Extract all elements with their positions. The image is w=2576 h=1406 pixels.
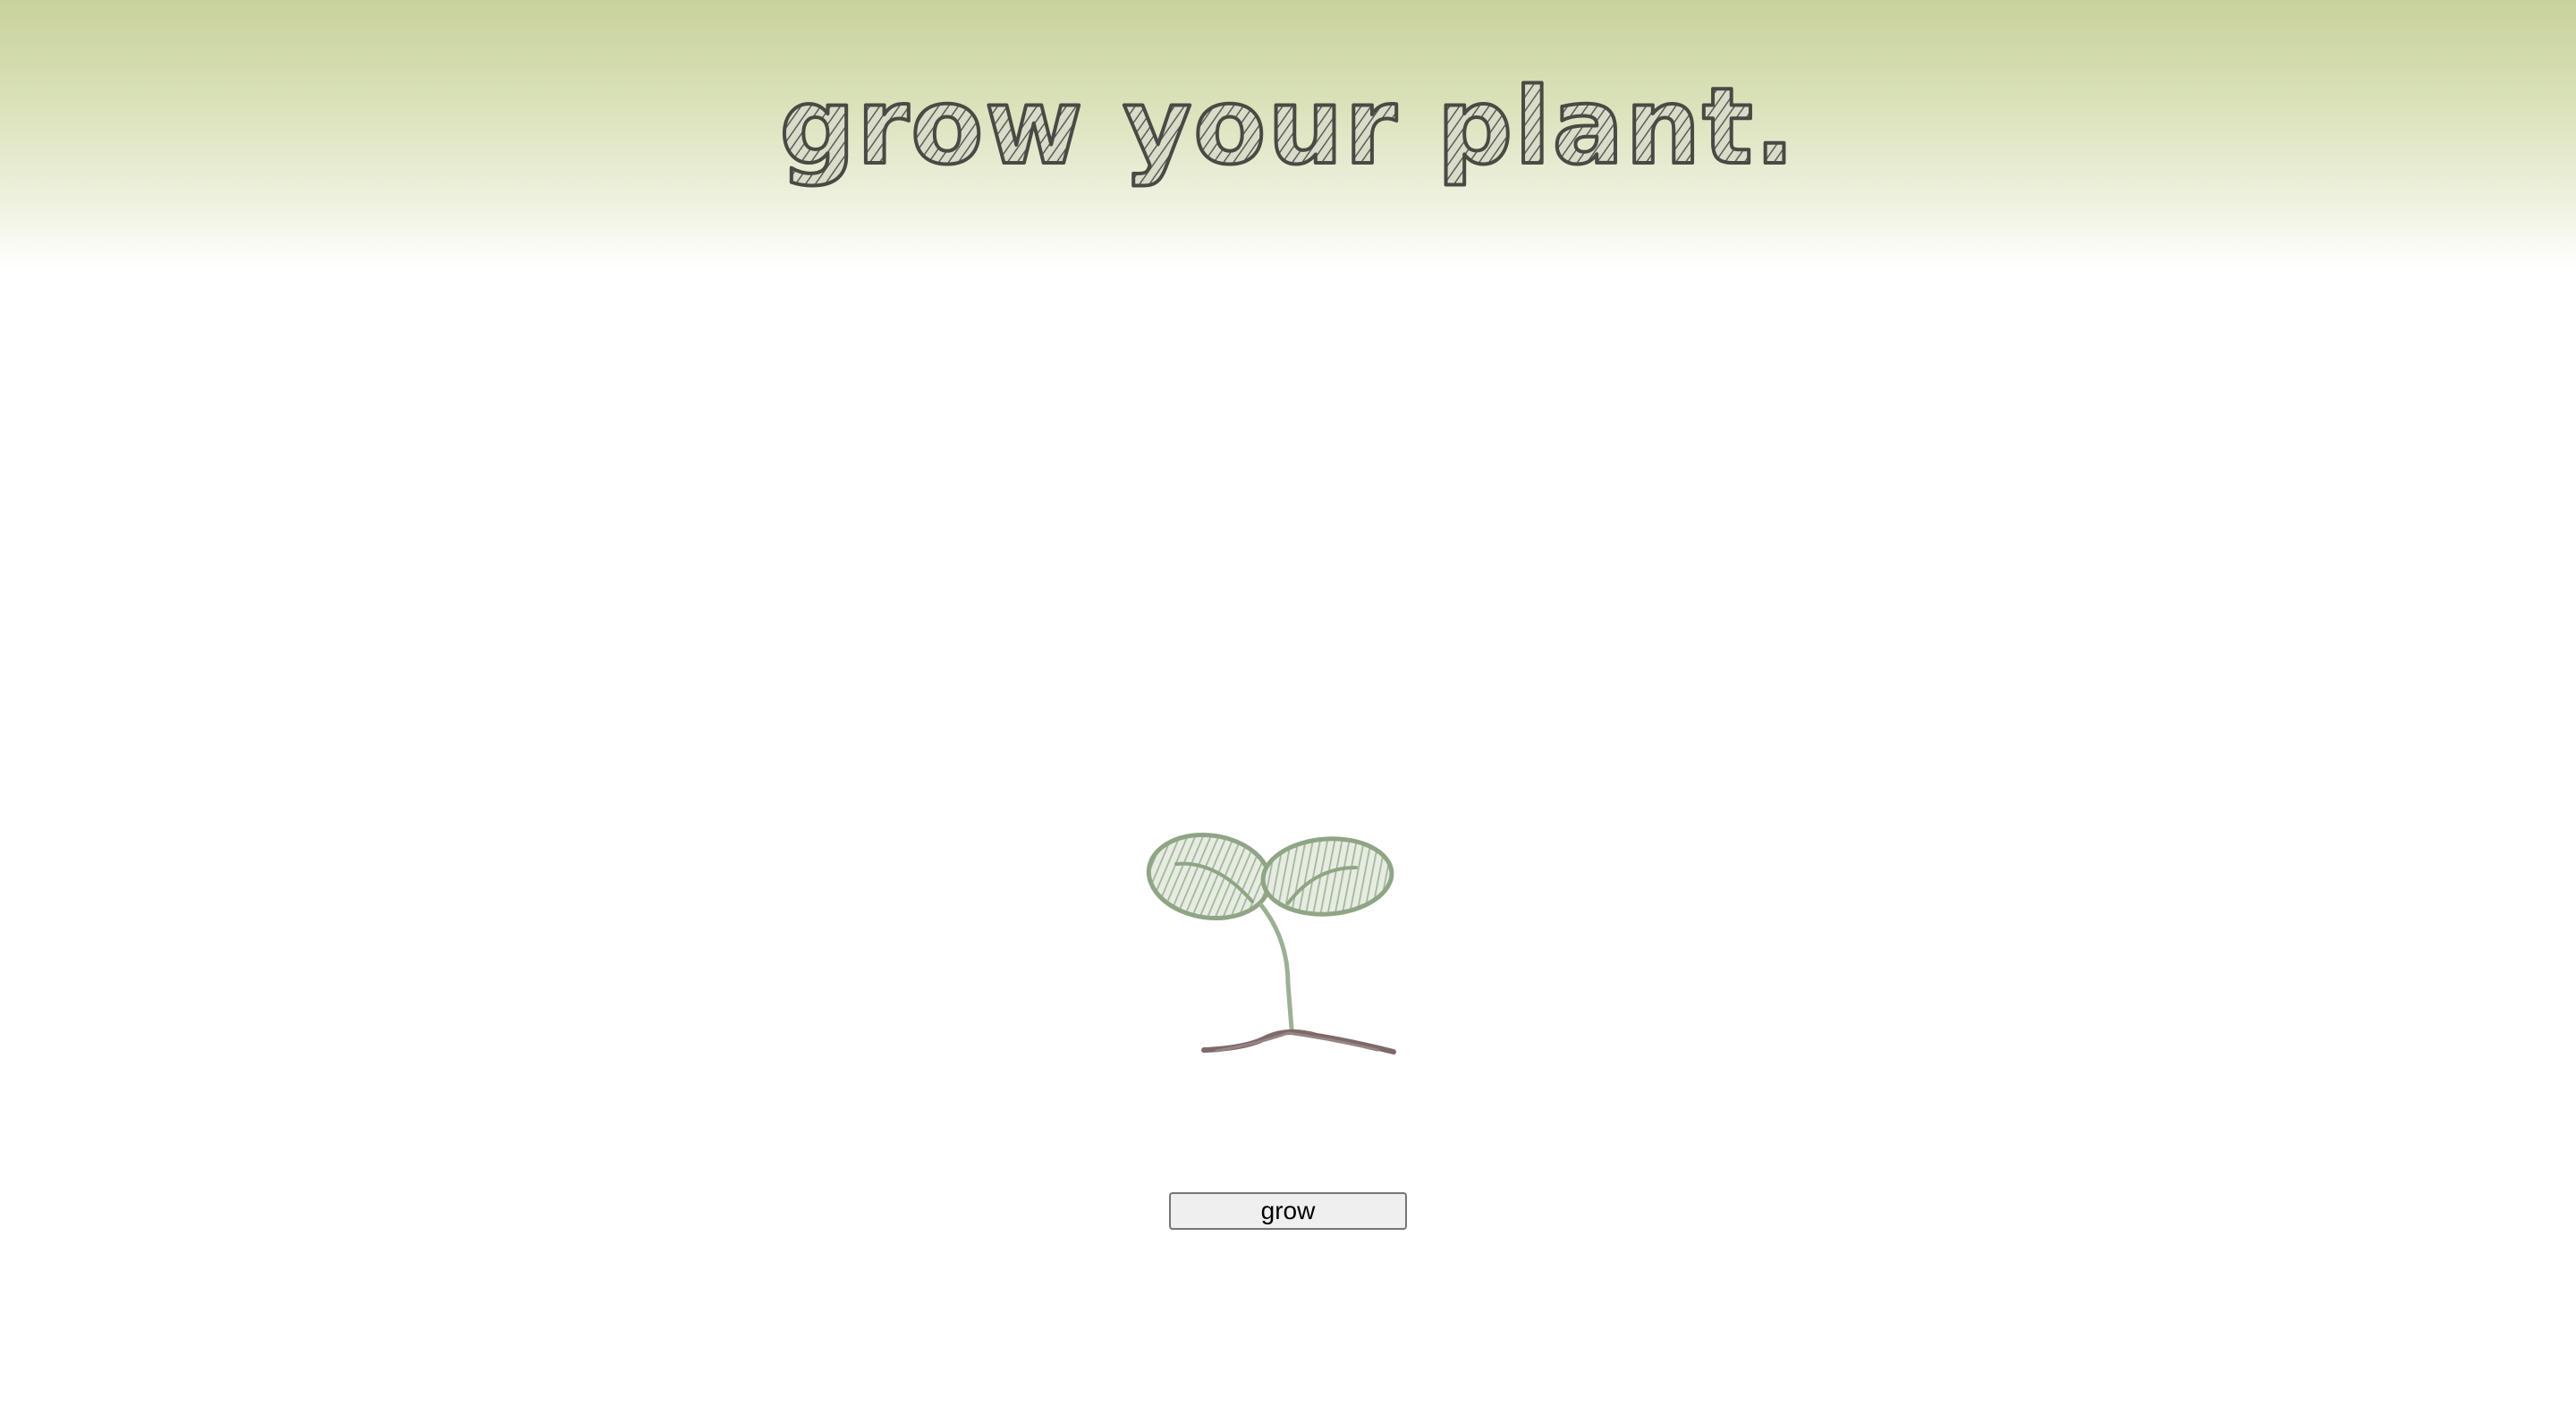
page-title: grow your plant. [780,64,1797,188]
left-leaf [1146,832,1273,921]
grow-button[interactable]: grow [1169,1192,1407,1230]
plant-stem [1258,902,1294,1031]
right-leaf [1260,836,1394,917]
title-area: grow your plant. [778,63,1797,190]
page: grow your plant. grow [0,0,2576,1406]
plant-drawing [1146,832,1396,1054]
